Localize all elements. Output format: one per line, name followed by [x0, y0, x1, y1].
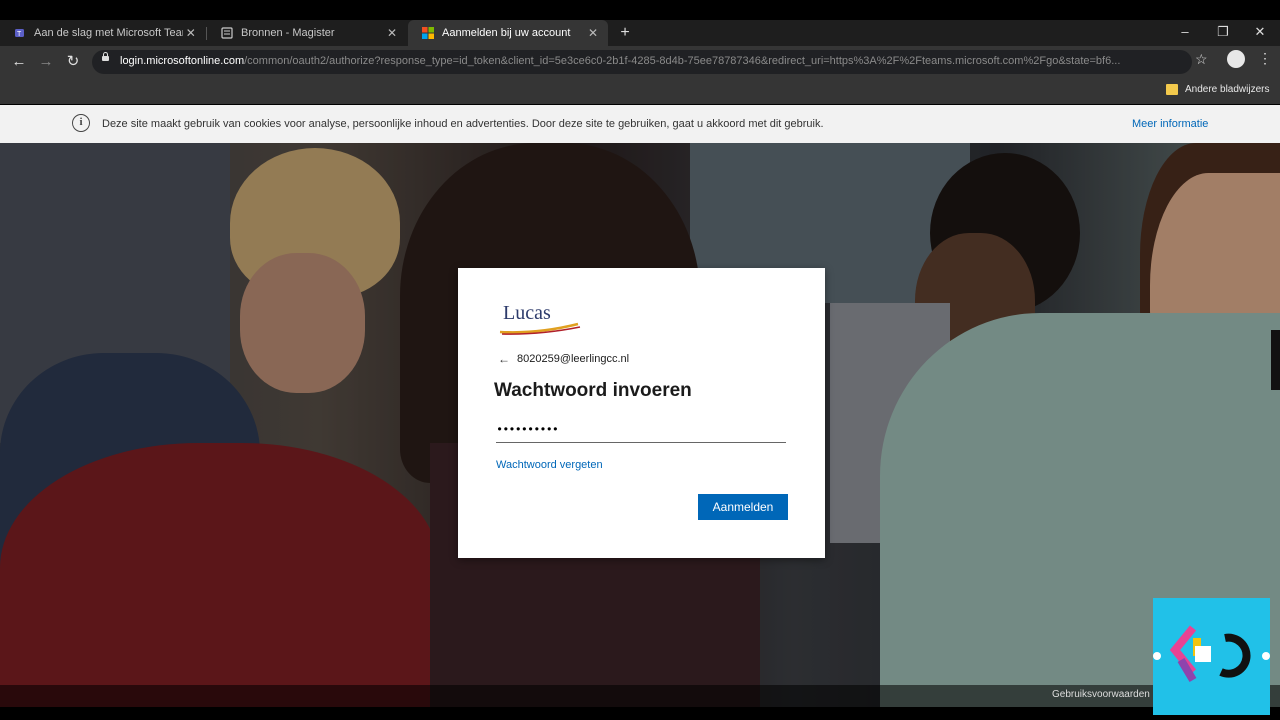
forward-icon[interactable]: → [36, 52, 56, 72]
svg-text:T: T [17, 31, 22, 38]
address-bar[interactable]: login.microsoftonline.com/common/oauth2/… [92, 50, 1192, 74]
close-tab-icon[interactable]: ✕ [584, 26, 602, 40]
bookmarks-bar: Andere bladwijzers [0, 78, 1280, 104]
back-arrow-icon[interactable]: ← [498, 352, 510, 366]
identity-email: 8020259@leerlingcc.nl [517, 353, 630, 365]
page-footer: Gebruiksvoorwaarden [0, 685, 1280, 707]
microsoft-icon [422, 27, 434, 39]
profile-avatar[interactable] [1227, 50, 1245, 68]
menu-icon[interactable]: ⋮ [1258, 50, 1272, 66]
new-tab-button[interactable]: + [616, 20, 634, 46]
info-icon: i [72, 114, 90, 132]
cookie-banner: i Deze site maakt gebruik van cookies vo… [0, 105, 1280, 143]
tab-title: Bronnen - Magister [241, 27, 335, 39]
close-window-button[interactable]: ✕ [1240, 20, 1280, 46]
overlay-logo [1153, 598, 1270, 715]
school-logo: Lucas [498, 302, 588, 338]
close-tab-icon[interactable]: ✕ [383, 26, 401, 40]
tab-teams[interactable]: T Aan de slag met Microsoft Teams ✕ [0, 20, 205, 46]
teams-icon: T [15, 29, 24, 38]
page-title: Wachtwoord invoeren [494, 380, 692, 401]
cookie-text: Deze site maakt gebruik van cookies voor… [102, 118, 824, 130]
url-text[interactable]: login.microsoftonline.com/common/oauth2/… [120, 55, 1180, 67]
other-bookmarks[interactable]: Andere bladwijzers [1185, 84, 1270, 95]
bookmark-star-icon[interactable]: ☆ [1195, 51, 1208, 68]
side-watermark-strip [1271, 330, 1280, 390]
signin-dialog: Lucas ← 8020259@leerlingcc.nl Wachtwoord… [458, 268, 825, 558]
back-icon[interactable]: ← [9, 52, 29, 72]
terms-link[interactable]: Gebruiksvoorwaarden [1052, 689, 1150, 700]
top-letterbox [0, 0, 1280, 20]
tab-title: Aan de slag met Microsoft Teams [34, 27, 183, 39]
url-host: login.microsoftonline.com [120, 55, 245, 67]
magister-icon [221, 27, 233, 39]
reload-icon[interactable]: ↻ [63, 52, 83, 72]
password-field[interactable] [496, 418, 786, 443]
close-tab-icon[interactable]: ✕ [183, 26, 199, 40]
logo-swoosh-icon [499, 322, 581, 335]
minimize-button[interactable]: – [1165, 20, 1205, 46]
folder-icon [1166, 84, 1178, 95]
account-identity[interactable]: ← 8020259@leerlingcc.nl [498, 352, 629, 366]
tab-magister[interactable]: Bronnen - Magister ✕ [207, 20, 407, 46]
restore-button[interactable]: ❐ [1203, 20, 1243, 46]
lock-icon [102, 52, 109, 61]
bottom-letterbox [0, 707, 1280, 720]
tab-title: Aanmelden bij uw account [442, 27, 571, 39]
more-info-link[interactable]: Meer informatie [1132, 118, 1208, 130]
signin-button[interactable]: Aanmelden [698, 494, 788, 520]
url-path: /common/oauth2/authorize?response_type=i… [244, 55, 1121, 67]
browser-toolbar: ← → ↻ login.microsoftonline.com/common/o… [0, 46, 1280, 78]
forgot-password-link[interactable]: Wachtwoord vergeten [496, 459, 603, 471]
tab-signin[interactable]: Aanmelden bij uw account ✕ [408, 20, 608, 46]
brand-logo-icon [1153, 625, 1270, 683]
tab-strip: T Aan de slag met Microsoft Teams ✕ Bron… [0, 20, 1280, 46]
